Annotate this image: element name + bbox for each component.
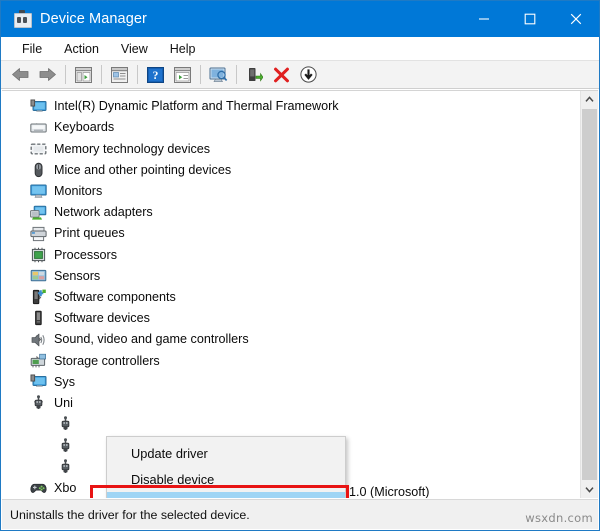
gamepad-icon (30, 480, 47, 496)
tree-item[interactable]: Storage controllers (2, 350, 581, 371)
system-device-icon (30, 374, 47, 390)
tree-item-label: Network adapters (54, 205, 153, 220)
update-driver-icon[interactable] (169, 62, 196, 87)
software-component-icon (30, 289, 47, 305)
tree-item-label: Mice and other pointing devices (54, 162, 232, 177)
close-icon[interactable] (553, 1, 599, 37)
forward-icon[interactable] (34, 62, 61, 87)
minimize-icon[interactable] (461, 1, 507, 37)
keyboard-icon (30, 120, 47, 136)
device-manager-icon (13, 10, 32, 28)
tree-item-label: Storage controllers (54, 353, 160, 368)
status-text: Uninstalls the driver for the selected d… (10, 507, 250, 522)
title-bar: Device Manager (1, 1, 599, 37)
tree-item-label: Processors (54, 247, 117, 262)
context-menu-item-disable-device[interactable]: Disable device (107, 466, 345, 492)
toolbar-separator (200, 65, 201, 84)
storage-controller-icon (30, 353, 47, 369)
tree-item[interactable]: Software devices (2, 308, 581, 329)
window-title: Device Manager (40, 11, 147, 27)
tree-item[interactable]: Mice and other pointing devices (2, 160, 581, 181)
scan-hardware-changes-icon[interactable] (205, 62, 232, 87)
menu-file[interactable]: File (11, 40, 53, 58)
usb-icon (30, 395, 47, 411)
vertical-scrollbar[interactable] (580, 91, 598, 498)
tree-item[interactable]: Print queues (2, 223, 581, 244)
scrollbar-thumb[interactable] (582, 109, 597, 480)
tree-item-label: Software components (54, 289, 176, 304)
usb-icon (57, 416, 74, 432)
menu-bar: File Action View Help (1, 37, 599, 60)
window-controls (461, 1, 599, 37)
monitor-chip-icon (30, 99, 47, 115)
tree-item-label: Sensors (54, 268, 101, 283)
tree-item[interactable]: Memory technology devices (2, 138, 581, 159)
uninstall-device-icon[interactable] (268, 62, 295, 87)
scroll-up-icon[interactable] (581, 91, 598, 108)
tree-item[interactable]: Intel(R) Dynamic Platform and Thermal Fr… (2, 96, 581, 117)
toolbar-separator (65, 65, 66, 84)
tree-item[interactable]: Software components (2, 287, 581, 308)
tree-item[interactable]: Network adapters (2, 202, 581, 223)
svg-text:?: ? (153, 70, 159, 82)
context-menu-item-update-driver[interactable]: Update driver (107, 440, 345, 466)
tree-item-label: Software devices (54, 311, 150, 326)
toolbar-separator (236, 65, 237, 84)
menu-action[interactable]: Action (53, 40, 110, 58)
tree-item[interactable]: Monitors (2, 181, 581, 202)
maximize-icon[interactable] (507, 1, 553, 37)
usb-icon (57, 459, 74, 475)
menu-view[interactable]: View (110, 40, 159, 58)
toolbar-separator (137, 65, 138, 84)
menu-help[interactable]: Help (159, 40, 207, 58)
tree-item[interactable]: Uni (2, 393, 581, 414)
tree-item-label: Keyboards (54, 120, 115, 135)
software-device-icon (30, 310, 47, 326)
context-menu[interactable]: Update driver Disable device Uninstall d… (106, 436, 346, 498)
tree-item[interactable]: Sound, video and game controllers (2, 329, 581, 350)
tree-item[interactable]: Sensors (2, 266, 581, 287)
tree-item-label: Sound, video and game controllers (54, 332, 249, 347)
tree-item-label: Memory technology devices (54, 141, 211, 156)
printer-icon (30, 226, 47, 242)
mouse-icon (30, 162, 47, 178)
processor-icon (30, 247, 47, 263)
properties-icon[interactable] (106, 62, 133, 87)
scroll-down-icon[interactable] (581, 481, 598, 498)
tree-item-label: Monitors (54, 184, 103, 199)
tree-item[interactable]: Keyboards (2, 117, 581, 138)
status-bar: Uninstalls the driver for the selected d… (2, 499, 598, 529)
network-adapter-icon (30, 205, 47, 221)
back-icon[interactable] (7, 62, 34, 87)
watermark: wsxdn.com (525, 511, 593, 525)
device-manager-window: Device Manager File Action View Help ? I… (0, 0, 600, 531)
tree-item[interactable] (2, 414, 581, 435)
enable-device-icon[interactable] (241, 62, 268, 87)
sensor-icon (30, 268, 47, 284)
occluded-device-text: 1.0 (Microsoft) (349, 485, 430, 498)
tree-item-label: Uni (54, 395, 73, 410)
disable-device-icon[interactable] (295, 62, 322, 87)
help-icon[interactable]: ? (142, 62, 169, 87)
tree-item-label: Sys (54, 374, 75, 389)
monitor-icon (30, 183, 47, 199)
tree-item[interactable]: Sys (2, 371, 581, 392)
speaker-icon (30, 332, 47, 348)
tree-item[interactable]: Processors (2, 244, 581, 265)
device-tree-pane: Intel(R) Dynamic Platform and Thermal Fr… (2, 90, 598, 498)
memory-icon (30, 141, 47, 157)
tree-item-label: Xbo (54, 480, 77, 495)
context-menu-item-uninstall-device[interactable]: Uninstall device (107, 492, 345, 498)
usb-icon (57, 437, 74, 454)
toolbar-separator (101, 65, 102, 84)
show-hide-console-tree-icon[interactable] (70, 62, 97, 87)
tree-item-label: Print queues (54, 226, 125, 241)
toolbar: ? (1, 60, 599, 89)
tree-item-label: Intel(R) Dynamic Platform and Thermal Fr… (54, 99, 339, 114)
